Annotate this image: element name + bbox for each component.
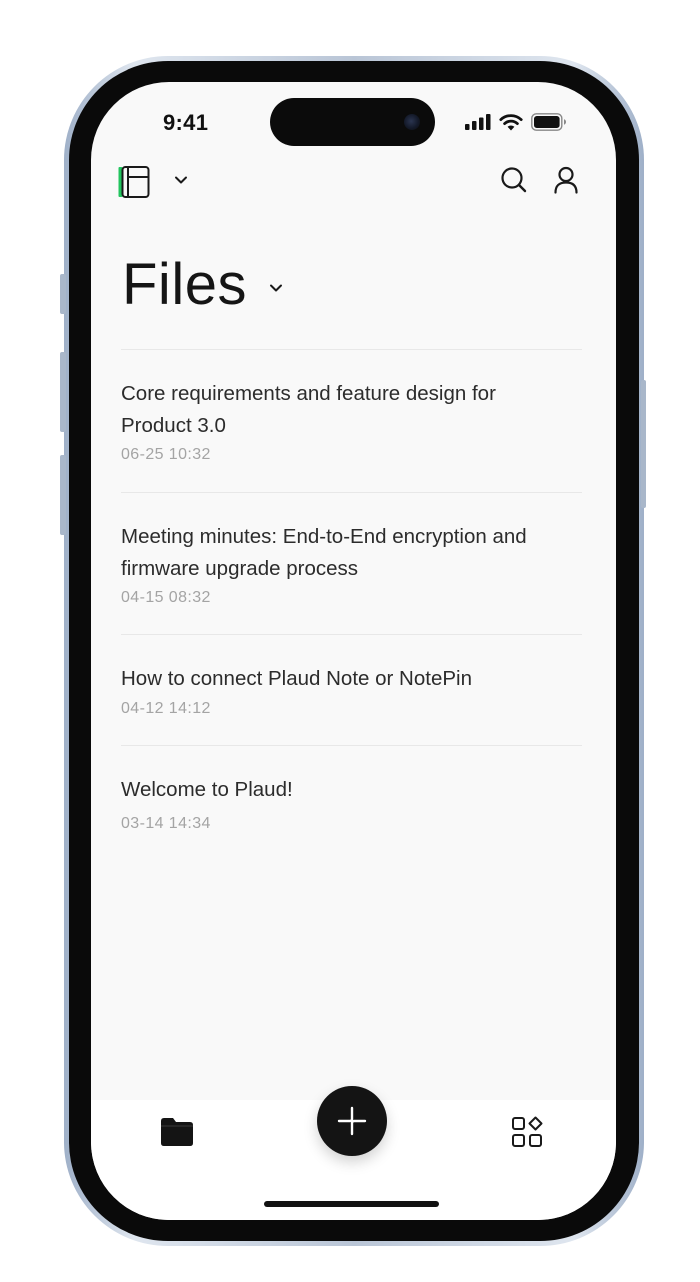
tab-files[interactable] bbox=[157, 1112, 197, 1152]
notebook-dropdown[interactable] bbox=[171, 170, 191, 190]
status-time: 9:41 bbox=[163, 110, 209, 135]
device-mockup: 9:41 Files Core requirements and feature… bbox=[0, 0, 700, 1282]
profile-button[interactable] bbox=[551, 165, 581, 195]
signal-icon bbox=[465, 114, 491, 130]
notebook-icon bbox=[118, 166, 150, 198]
ask-ai-button[interactable] bbox=[317, 1086, 387, 1156]
list-item[interactable]: Welcome to Plaud! 03-14 14:34 bbox=[121, 745, 582, 856]
file-title: Welcome to Plaud! bbox=[121, 778, 293, 801]
file-date: 03-14 14:34 bbox=[121, 814, 211, 832]
page-title: Files bbox=[122, 252, 247, 317]
battery-icon bbox=[531, 113, 566, 131]
folder-icon bbox=[161, 1118, 193, 1146]
page-title-group[interactable]: Files bbox=[122, 250, 283, 320]
list-item[interactable]: Core requirements and feature design for… bbox=[121, 349, 582, 492]
volume-up-button bbox=[60, 352, 66, 432]
chevron-down-icon bbox=[175, 176, 187, 184]
volume-down-button bbox=[60, 455, 66, 535]
profile-icon bbox=[554, 166, 578, 194]
app-screen: 9:41 Files Core requirements and feature… bbox=[91, 82, 616, 1220]
wifi-icon bbox=[499, 114, 523, 131]
title-dropdown[interactable] bbox=[269, 283, 283, 293]
app-header bbox=[91, 160, 616, 204]
action-button bbox=[60, 274, 66, 314]
file-list: Core requirements and feature design for… bbox=[121, 349, 582, 856]
search-button[interactable] bbox=[499, 165, 529, 195]
apps-icon bbox=[512, 1116, 543, 1147]
file-date: 04-15 08:32 bbox=[121, 589, 211, 606]
search-icon bbox=[501, 167, 527, 193]
notebook-switcher[interactable] bbox=[117, 164, 153, 200]
list-item[interactable]: Meeting minutes: End-to-End encryption a… bbox=[121, 492, 582, 634]
power-button bbox=[641, 380, 646, 508]
chevron-down-icon bbox=[269, 284, 282, 292]
file-date: 06-25 10:32 bbox=[121, 446, 211, 463]
dynamic-island bbox=[270, 98, 435, 146]
status-icons bbox=[465, 112, 567, 132]
sparkle-icon bbox=[337, 1106, 367, 1136]
camera-icon bbox=[404, 114, 420, 130]
file-title: Meeting minutes: End-to-End encryption a… bbox=[121, 525, 527, 580]
file-date: 04-12 14:12 bbox=[121, 699, 211, 717]
file-title: How to connect Plaud Note or NotePin bbox=[121, 667, 472, 690]
file-title: Core requirements and feature design for… bbox=[121, 382, 496, 437]
list-item[interactable]: How to connect Plaud Note or NotePin 04-… bbox=[121, 634, 582, 745]
tab-apps[interactable] bbox=[507, 1112, 547, 1152]
home-indicator[interactable] bbox=[264, 1201, 439, 1207]
